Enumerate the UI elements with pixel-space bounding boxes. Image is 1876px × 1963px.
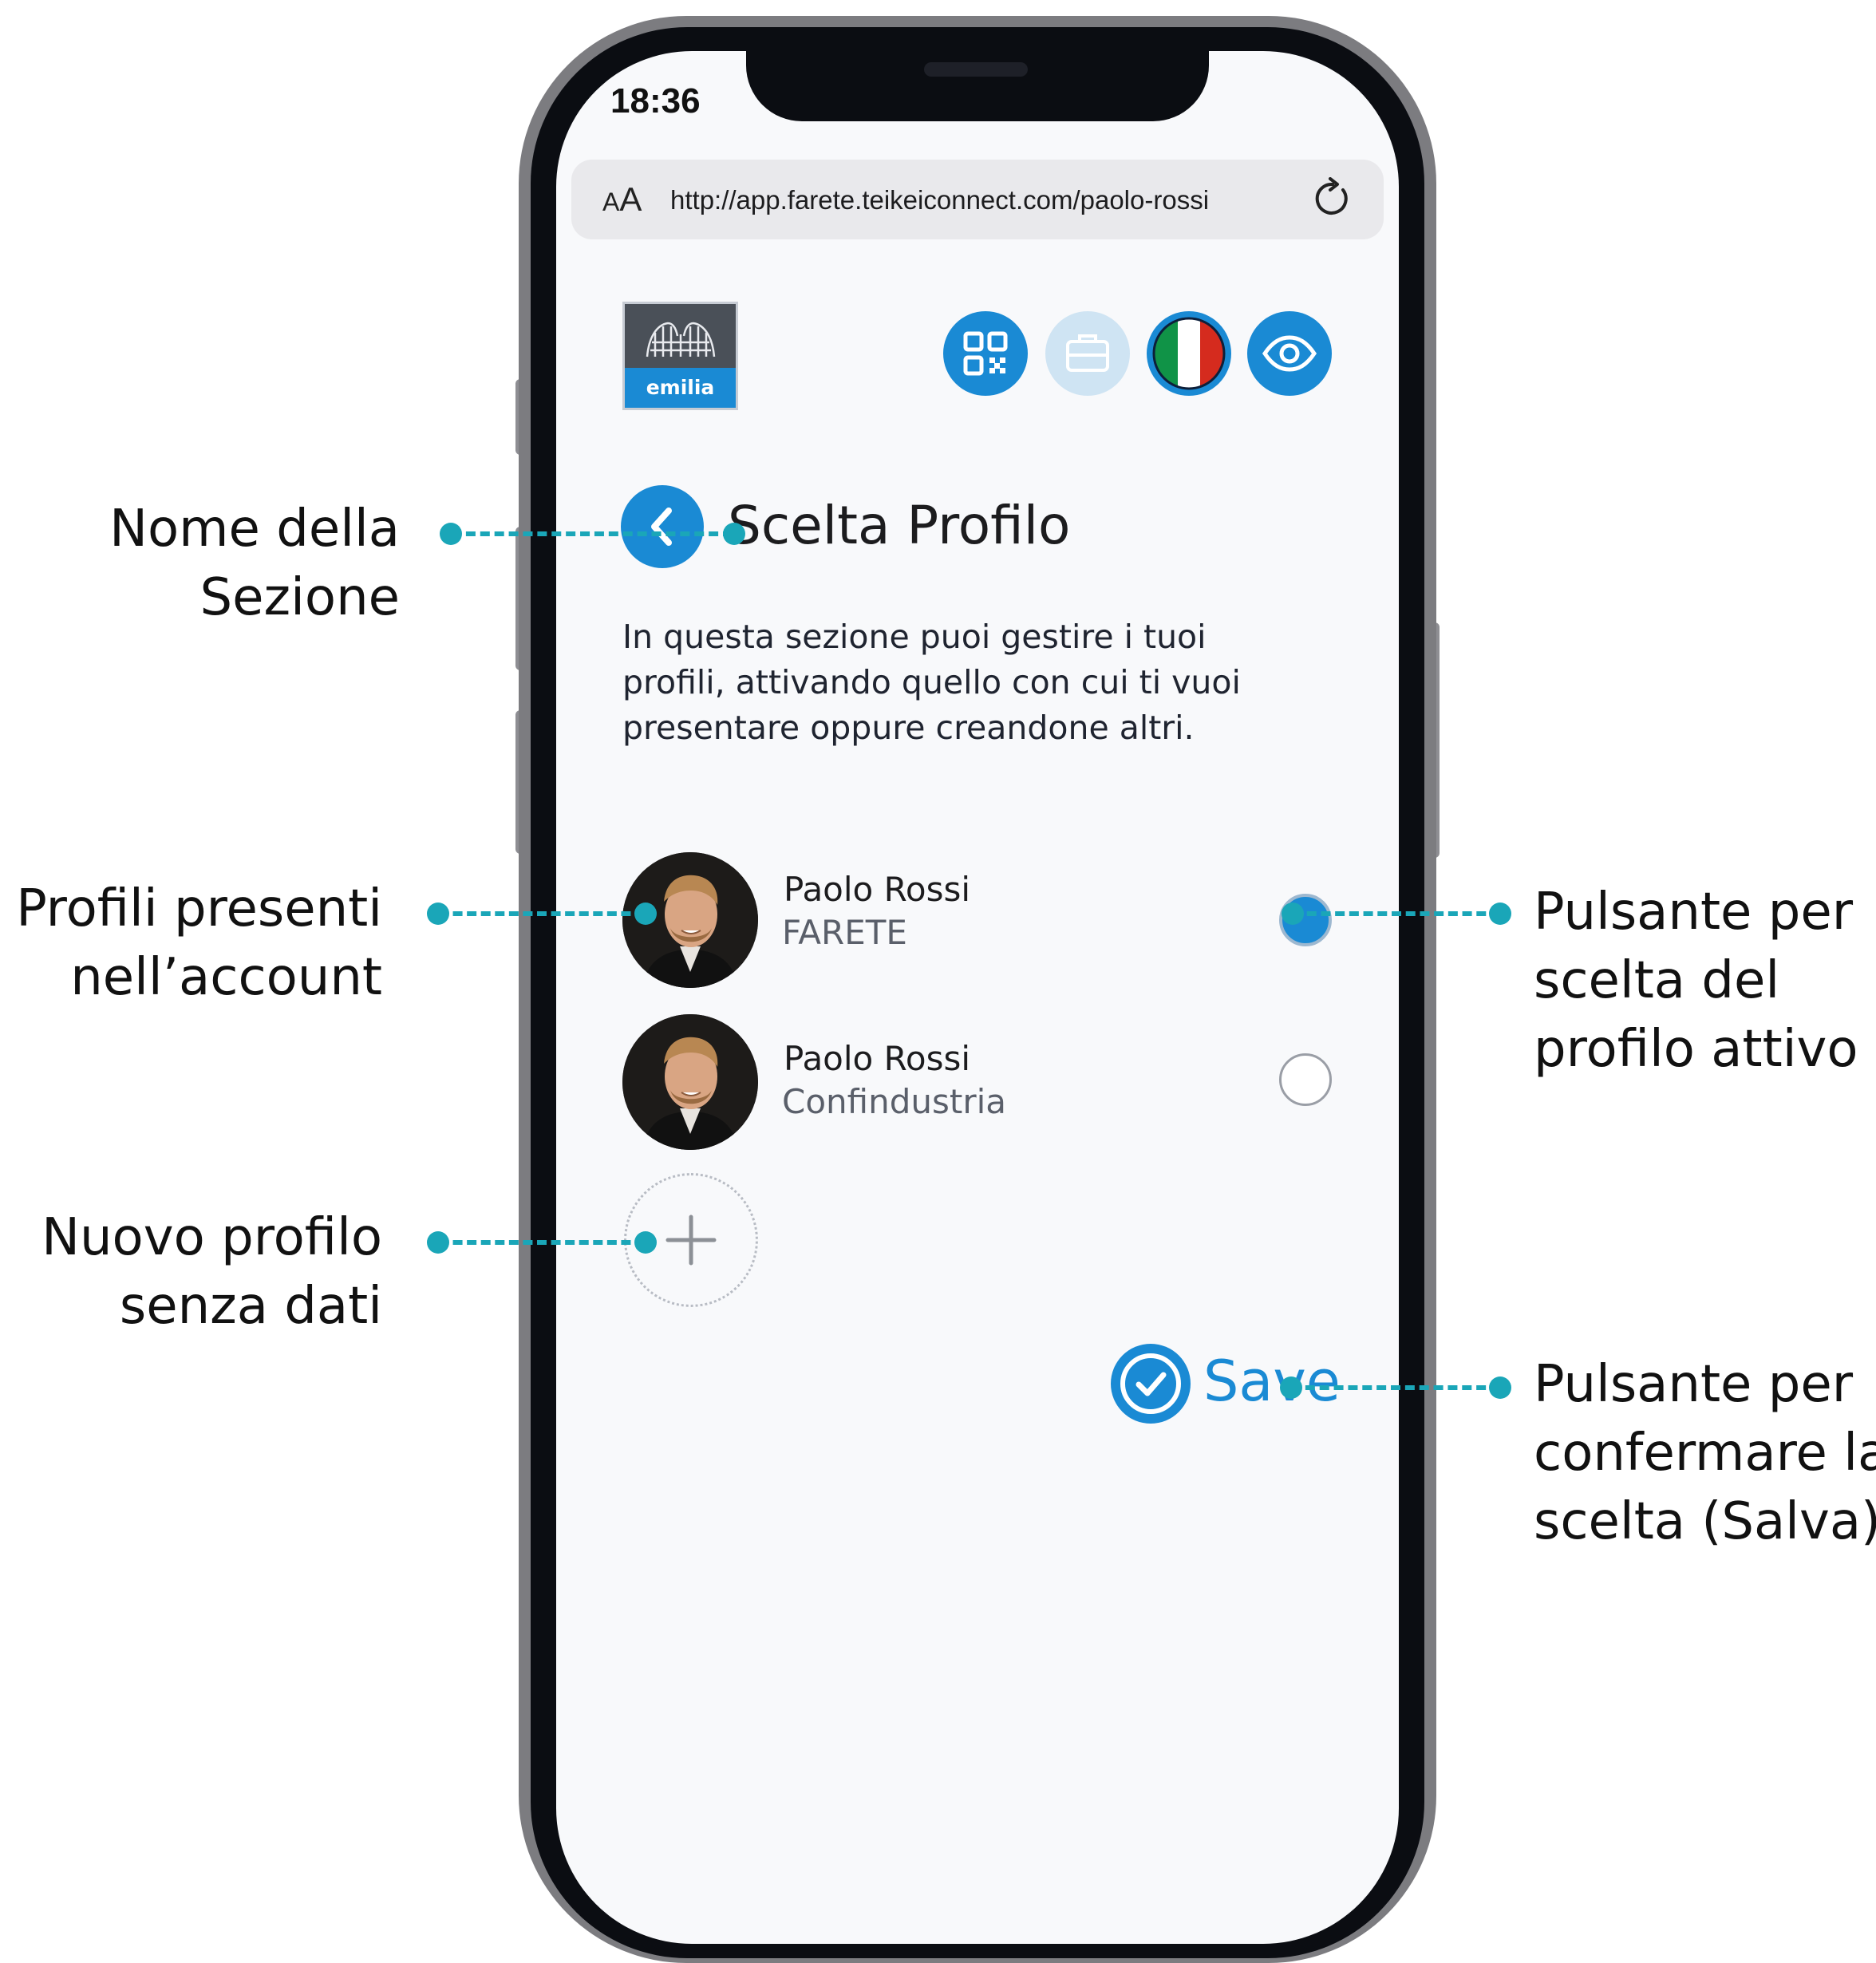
annotation-line: senza dati [119, 1277, 382, 1336]
annotation-line: nell’account [70, 948, 382, 1007]
annotation-dot [1282, 903, 1304, 925]
annotation-confirm-button: Pulsante per confermare la scelta (Salva… [1534, 1350, 1876, 1556]
text-size-button[interactable]: AA [602, 180, 642, 219]
page-title: Scelta Profilo [728, 495, 1071, 556]
profile-avatar[interactable] [622, 1014, 758, 1150]
earpiece-speaker [924, 62, 1028, 77]
annotation-dot [1489, 1376, 1511, 1399]
briefcase-icon [1066, 334, 1109, 372]
active-profile-radio[interactable] [1279, 1053, 1332, 1106]
annotation-active-button: Pulsante per scelta del profilo attivo [1534, 878, 1858, 1084]
profile-organization: Confindustria [782, 1082, 1007, 1121]
text-size-big: A [619, 180, 642, 218]
annotation-dot [1280, 1376, 1302, 1399]
profile-name: Paolo Rossi [784, 870, 971, 909]
annotation-profiles-present: Profili presenti nell’account [16, 875, 382, 1012]
url-text[interactable]: http://app.farete.teikeiconnect.com/paol… [670, 185, 1209, 215]
annotation-dot [427, 903, 449, 925]
description-line: In questa sezione puoi gestire i tuoi [622, 618, 1207, 656]
preview-button[interactable] [1247, 311, 1332, 396]
eye-icon [1262, 335, 1317, 372]
annotation-new-profile: Nuovo profilo senza dati [41, 1203, 382, 1341]
profile-organization: FARETE [782, 913, 907, 952]
annotation-line: scelta (Salva) [1534, 1492, 1876, 1551]
save-label: Save [1203, 1349, 1341, 1414]
annotation-line: Pulsante per [1534, 883, 1854, 942]
reload-icon[interactable] [1313, 177, 1353, 220]
chevron-left-icon [651, 508, 672, 546]
annotation-dot [634, 1231, 657, 1254]
annotation-line: Nuovo profilo [41, 1208, 382, 1267]
annotation-dot [427, 1231, 449, 1254]
annotation-connector [1291, 1385, 1500, 1390]
profile-name: Paolo Rossi [784, 1039, 971, 1078]
annotation-line: scelta del [1534, 951, 1780, 1010]
annotation-dot [440, 523, 462, 545]
annotation-section-name: Nome della Sezione [109, 495, 400, 632]
annotation-dot [1489, 903, 1511, 925]
annotation-connector [439, 911, 645, 916]
annotation-connector [439, 1240, 645, 1245]
annotation-line: profilo attivo [1534, 1020, 1858, 1079]
annotation-connector [1293, 911, 1500, 916]
description-line: presentare oppure creandone altri. [622, 709, 1195, 747]
annotation-line: Sezione [199, 568, 400, 627]
annotation-dot [634, 903, 657, 925]
back-button[interactable] [621, 485, 704, 568]
qr-code-button[interactable] [943, 311, 1028, 396]
check-circle-icon [1111, 1344, 1191, 1424]
text-size-small: A [602, 188, 620, 216]
logo-text: emilia [625, 368, 736, 408]
qr-code-icon [963, 331, 1008, 376]
briefcase-button[interactable] [1045, 311, 1130, 396]
language-button[interactable] [1147, 311, 1231, 396]
section-description: In questa sezione puoi gestire i tuoi pr… [622, 614, 1309, 751]
annotation-line: Nome della [109, 500, 400, 559]
annotation-connector [452, 531, 733, 536]
annotation-line: Profili presenti [16, 879, 382, 938]
status-time: 18:36 [610, 81, 701, 120]
annotation-dot [723, 523, 745, 545]
annotation-line: confermare la [1534, 1424, 1876, 1483]
italian-flag-icon [1152, 317, 1226, 390]
description-line: profili, attivando quello con cui ti vuo… [622, 663, 1241, 701]
person-photo [622, 1014, 758, 1150]
annotation-line: Pulsante per [1534, 1355, 1854, 1414]
brand-logo[interactable]: emilia [622, 302, 738, 410]
eagle-wings-icon [646, 322, 716, 357]
